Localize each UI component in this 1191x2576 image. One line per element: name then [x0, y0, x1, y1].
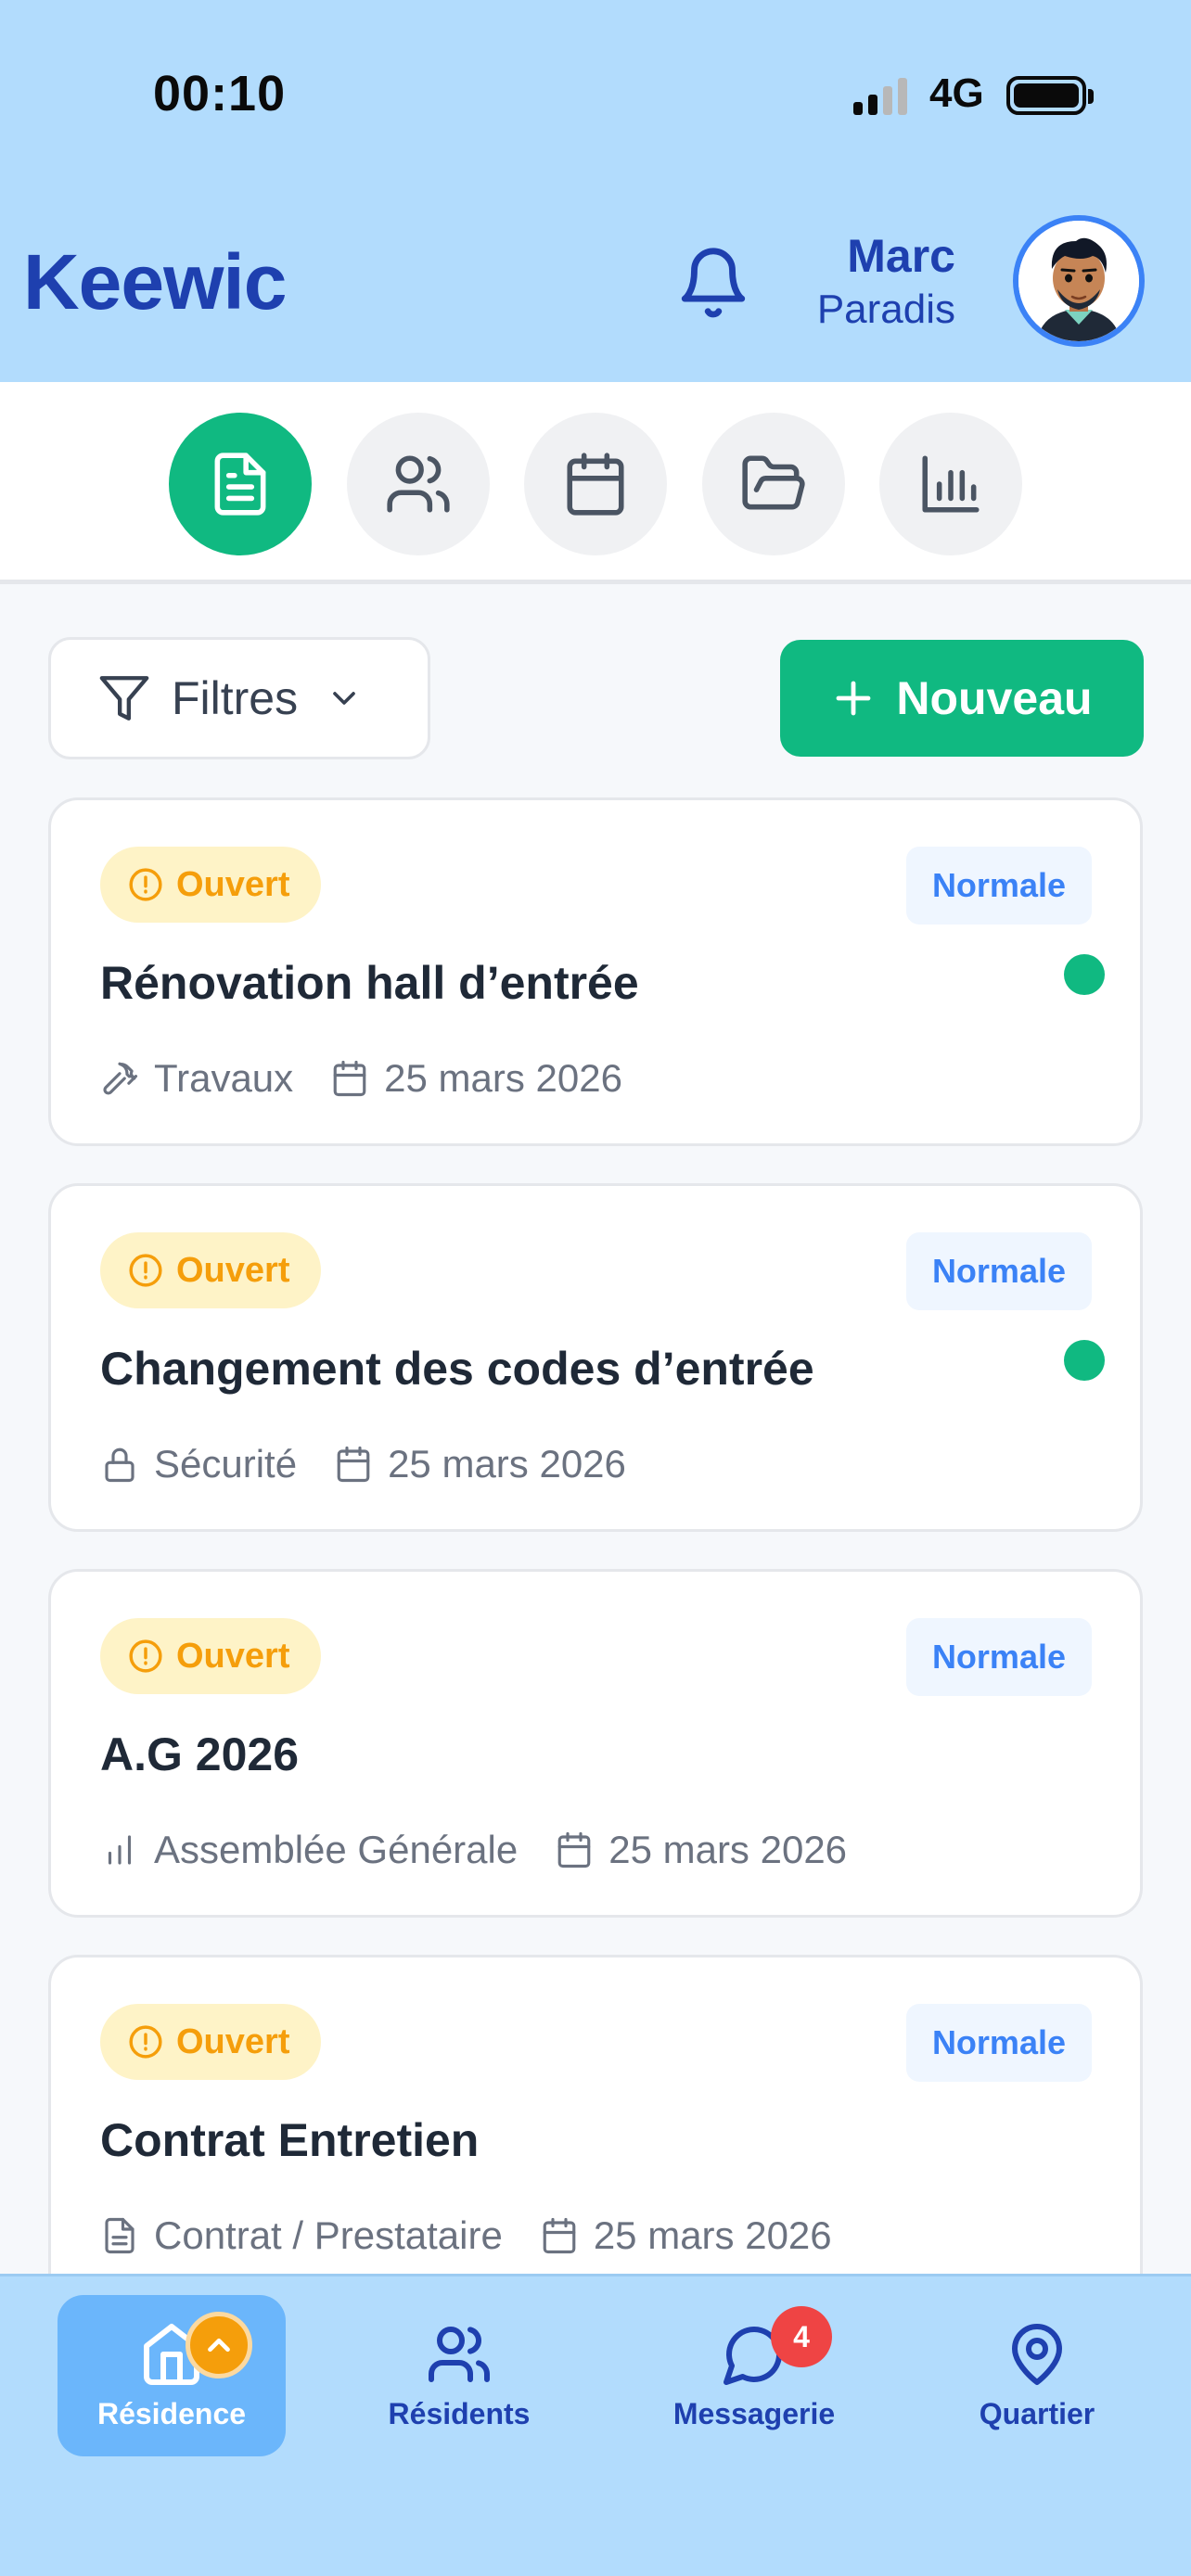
- status-label: Ouvert: [176, 1636, 290, 1676]
- ticket-title: A.G 2026: [100, 1728, 300, 1780]
- plus-icon: [837, 681, 871, 716]
- nav-label: Résidents: [388, 2396, 531, 2430]
- user-last-name: Paradis: [816, 287, 955, 332]
- document-icon: [214, 453, 266, 516]
- signal-icon: [853, 78, 907, 115]
- nav-quartier[interactable]: Quartier: [946, 2295, 1128, 2456]
- status-bar: 00:10 4G: [0, 0, 1191, 176]
- chevron-down-icon: [333, 692, 355, 705]
- ticket-title: Rénovation hall d’entrée: [100, 957, 639, 1009]
- lock-icon: [105, 1447, 134, 1483]
- tab-calendar[interactable]: [524, 413, 667, 555]
- app-header: Keewic Marc Paradis: [0, 176, 1191, 382]
- avatar[interactable]: [1013, 215, 1145, 347]
- filters-button[interactable]: Filtres: [48, 637, 430, 759]
- status-label: Ouvert: [176, 1250, 290, 1290]
- ticket-date: 25 mars 2026: [608, 1828, 848, 1871]
- ticket-card[interactable]: Ouvert Normale Contrat Entretien Contrat…: [48, 1955, 1143, 2303]
- map-pin-icon: [1012, 2323, 1062, 2385]
- bottom-nav: Résidence Résidents Messagerie 4 Quartie…: [0, 2274, 1191, 2576]
- status-label: Ouvert: [176, 864, 290, 904]
- bell-icon[interactable]: [675, 241, 751, 325]
- status-time: 00:10: [153, 66, 287, 121]
- alert-circle-icon: [129, 1254, 162, 1287]
- status-badge: Ouvert: [100, 1232, 322, 1308]
- calendar-icon: [543, 2217, 576, 2254]
- ticket-meta: Assemblée Générale 25 mars 2026: [100, 1828, 847, 1872]
- bar-chart-icon: [922, 455, 980, 513]
- status-label: Ouvert: [176, 2021, 290, 2061]
- chevron-up-icon[interactable]: [186, 2312, 252, 2378]
- users-icon: [429, 2326, 490, 2382]
- unread-dot: [1064, 954, 1105, 995]
- folder-icon: [742, 455, 805, 510]
- ticket-category: Assemblée Générale: [154, 1828, 519, 1871]
- network-label: 4G: [929, 70, 984, 116]
- brand-logo[interactable]: Keewic: [23, 237, 287, 327]
- ticket-date: 25 mars 2026: [388, 1442, 626, 1486]
- battery-cap: [1088, 89, 1094, 104]
- calendar-icon: [557, 1831, 591, 1868]
- nav-label: Messagerie: [672, 2396, 836, 2430]
- ticket-card[interactable]: Ouvert Normale Changement des codes d’en…: [48, 1183, 1143, 1532]
- filters-label: Filtres: [172, 672, 299, 724]
- nav-residence[interactable]: Résidence: [58, 2295, 286, 2456]
- priority-badge: Normale: [905, 1618, 1092, 1696]
- unread-dot: [1064, 1340, 1105, 1381]
- ticket-date: 25 mars 2026: [593, 2213, 832, 2257]
- users-icon: [387, 455, 450, 513]
- user-name[interactable]: Marc Paradis: [770, 228, 955, 336]
- calendar-icon: [333, 1060, 366, 1097]
- section-tab-bar: [0, 382, 1191, 584]
- ticket-meta: Contrat / Prestataire 25 mars 2026: [100, 2213, 832, 2258]
- ticket-meta: Travaux 25 mars 2026: [100, 1056, 622, 1101]
- status-badge: Ouvert: [100, 2004, 322, 2080]
- ticket-card[interactable]: Ouvert Normale Rénovation hall d’entrée …: [48, 797, 1143, 1146]
- ticket-card[interactable]: Ouvert Normale A.G 2026 Assemblée Généra…: [48, 1569, 1143, 1918]
- bar-chart-icon: [108, 1835, 132, 1865]
- priority-badge: Normale: [905, 847, 1092, 925]
- nav-label: Quartier: [979, 2396, 1095, 2430]
- new-ticket-label: Nouveau: [896, 672, 1093, 724]
- ticket-category: Contrat / Prestataire: [154, 2213, 503, 2257]
- avatar-illustration: [1018, 221, 1139, 341]
- user-first-name: Marc: [847, 230, 955, 282]
- ticket-category: Travaux: [154, 1056, 294, 1100]
- ticket-date: 25 mars 2026: [384, 1056, 622, 1100]
- alert-circle-icon: [129, 1639, 162, 1673]
- calendar-icon: [337, 1446, 370, 1483]
- alert-circle-icon: [129, 868, 162, 901]
- ticket-title: Changement des codes d’entrée: [100, 1343, 814, 1395]
- calendar-icon: [567, 453, 624, 516]
- status-badge: Ouvert: [100, 847, 322, 923]
- tab-documents[interactable]: [169, 413, 312, 555]
- new-ticket-button[interactable]: Nouveau: [780, 640, 1144, 757]
- ticket-category: Sécurité: [154, 1442, 298, 1486]
- priority-badge: Normale: [905, 2004, 1092, 2082]
- filter-icon: [99, 676, 149, 721]
- ticket-title: Contrat Entretien: [100, 2114, 480, 2166]
- document-icon: [105, 2217, 134, 2254]
- hammer-icon: [103, 1062, 138, 1095]
- tab-residents[interactable]: [347, 413, 490, 555]
- status-badge: Ouvert: [100, 1618, 322, 1694]
- unread-count-badge: 4: [771, 2306, 832, 2367]
- priority-badge: Normale: [905, 1232, 1092, 1310]
- ticket-meta: Sécurité 25 mars 2026: [100, 1442, 626, 1486]
- tab-stats[interactable]: [879, 413, 1022, 555]
- battery-icon: [1006, 76, 1086, 115]
- nav-label: Résidence: [96, 2396, 247, 2430]
- alert-circle-icon: [129, 2025, 162, 2059]
- tab-files[interactable]: [702, 413, 845, 555]
- nav-residents[interactable]: Résidents: [366, 2295, 552, 2456]
